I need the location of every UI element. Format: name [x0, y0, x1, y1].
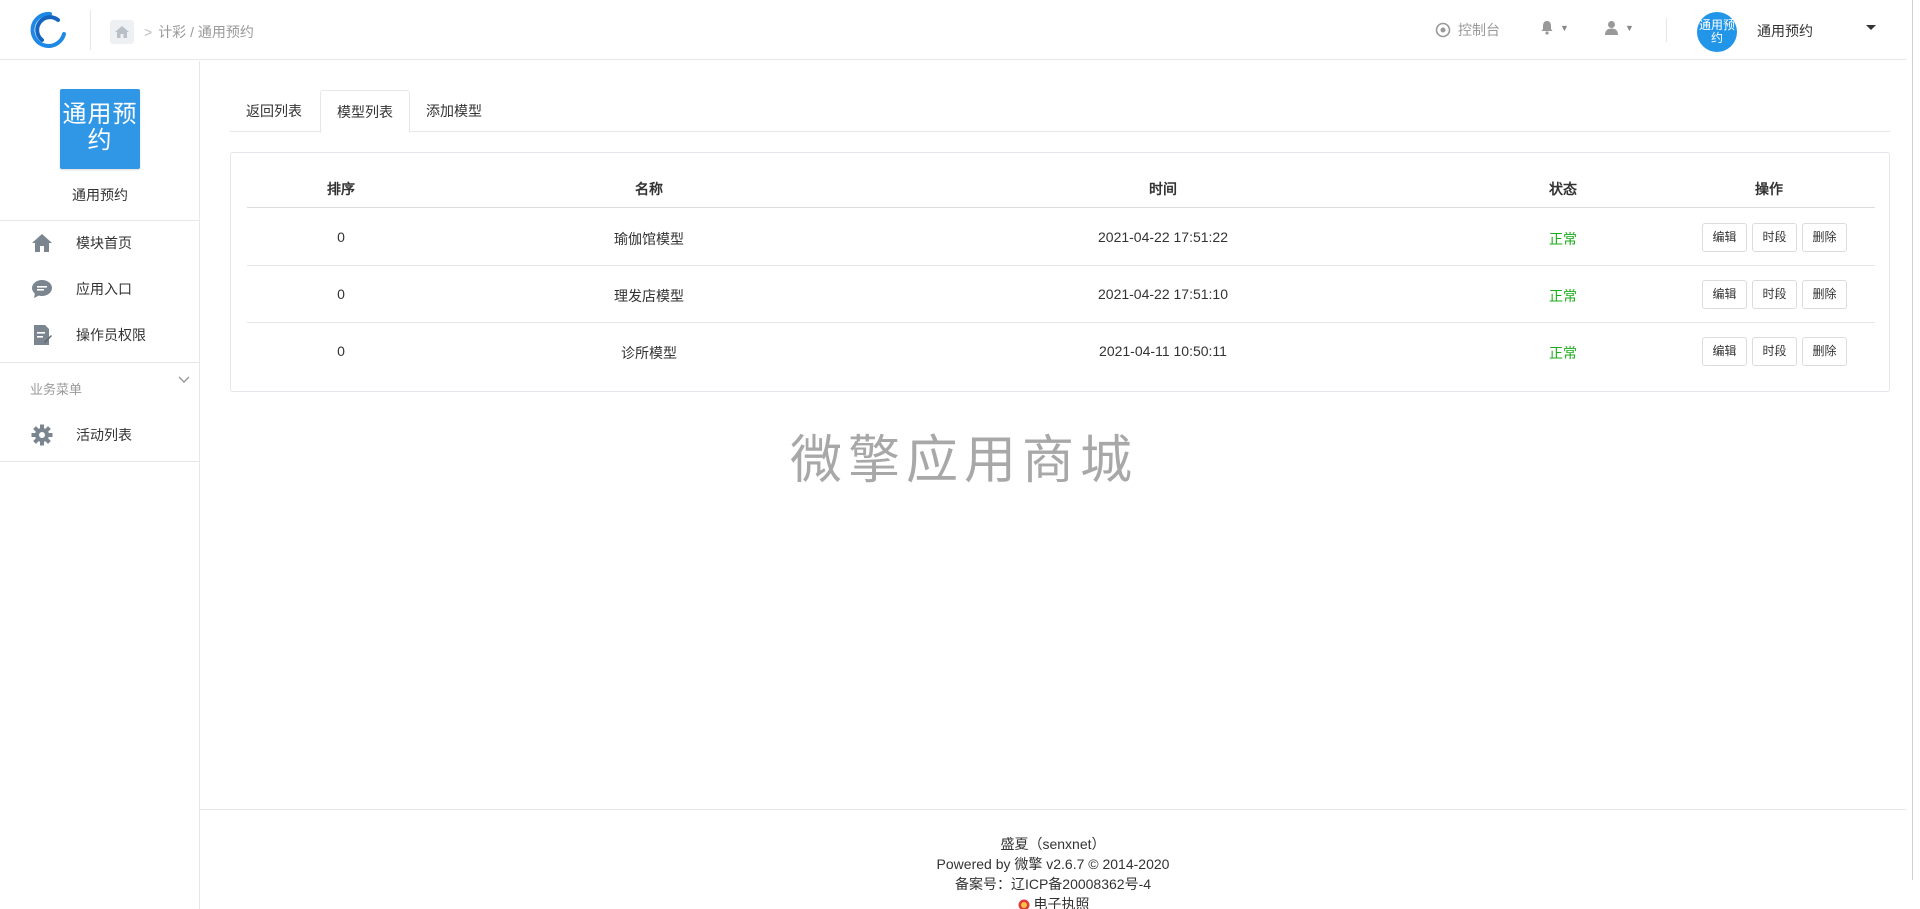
breadcrumb-text[interactable]: 计彩 / 通用预约 — [158, 22, 254, 42]
table-header: 排序 名称 时间 状态 操作 — [247, 165, 1875, 208]
cell-name: 理发店模型 — [614, 288, 684, 304]
edit-button[interactable]: 编辑 — [1702, 280, 1747, 309]
caret-down-icon[interactable] — [1866, 25, 1876, 30]
watermark-text: 微擎应用商城 — [790, 432, 1139, 490]
column-header-time: 时间 — [1149, 181, 1177, 197]
chat-icon — [31, 278, 53, 300]
sidebar-item-operator-permissions[interactable]: 操作员权限 — [0, 315, 200, 355]
footer-divider — [200, 809, 1906, 810]
status-badge: 正常 — [1549, 231, 1577, 247]
tab-bar: 返回列表 模型列表 添加模型 — [230, 90, 1890, 133]
business-menu-group[interactable]: 业务菜单 — [30, 376, 190, 398]
column-header-name: 名称 — [635, 181, 663, 197]
divider — [0, 220, 200, 221]
cell-time: 2021-04-11 10:50:11 — [1099, 343, 1227, 359]
cell-order: 0 — [337, 229, 345, 245]
footer-license[interactable]: 电子执照 — [200, 894, 1906, 909]
sidebar-item-activity-list[interactable]: 活动列表 — [0, 415, 200, 455]
sidebar-item-module-home[interactable]: 模块首页 — [0, 223, 200, 263]
module-logo: 通用预约 — [60, 89, 140, 169]
breadcrumb: > 计彩 / 通用预约 — [110, 20, 254, 44]
cell-order: 0 — [337, 343, 345, 359]
notification-dropdown[interactable]: ▼ — [1540, 20, 1569, 35]
time-slot-button[interactable]: 时段 — [1752, 223, 1797, 252]
edit-button[interactable]: 编辑 — [1702, 337, 1747, 366]
status-badge: 正常 — [1549, 345, 1577, 361]
column-header-actions: 操作 — [1755, 181, 1783, 197]
caret-down-icon: ▼ — [1625, 22, 1634, 33]
delete-button[interactable]: 删除 — [1802, 280, 1847, 309]
delete-button[interactable]: 删除 — [1802, 337, 1847, 366]
sidebar-item-label: 模块首页 — [76, 235, 132, 251]
header-divider — [1666, 18, 1667, 42]
divider — [0, 362, 200, 363]
model-table-panel: 排序 名称 时间 状态 操作 0 瑜伽馆模型 2021-04-22 17:51:… — [230, 152, 1890, 392]
status-badge: 正常 — [1549, 288, 1577, 304]
cell-time: 2021-04-22 17:51:10 — [1098, 286, 1228, 302]
avatar[interactable]: 通用预约 — [1697, 12, 1737, 52]
group-label: 业务菜单 — [30, 382, 83, 397]
sidebar-item-app-entry[interactable]: 应用入口 — [0, 269, 200, 309]
footer-license-label: 电子执照 — [1033, 896, 1090, 909]
table-row: 0 理发店模型 2021-04-22 17:51:10 正常 编辑 时段 删除 — [247, 266, 1875, 323]
table-row: 0 瑜伽馆模型 2021-04-22 17:51:22 正常 编辑 时段 删除 — [247, 209, 1875, 266]
scrollbar[interactable] — [1906, 0, 1920, 909]
footer-icp[interactable]: 备案号：辽ICP备20008362号-4 — [200, 874, 1906, 894]
cell-order: 0 — [337, 286, 345, 302]
home-icon[interactable] — [110, 20, 134, 44]
tab-add-model[interactable]: 添加模型 — [410, 90, 498, 132]
tab-model-list[interactable]: 模型列表 — [320, 90, 410, 133]
sidebar-item-label: 活动列表 — [76, 427, 132, 443]
console-label: 控制台 — [1458, 22, 1500, 38]
footer-powered-by[interactable]: Powered by 微擎 v2.6.7 © 2014-2020 — [200, 854, 1906, 874]
user-menu-dropdown[interactable]: ▼ — [1604, 20, 1634, 35]
bell-icon — [1541, 21, 1553, 35]
column-header-order: 排序 — [327, 181, 355, 197]
cell-name: 瑜伽馆模型 — [614, 231, 684, 247]
table-row: 0 诊所模型 2021-04-11 10:50:11 正常 编辑 时段 删除 — [247, 323, 1875, 380]
edit-button[interactable]: 编辑 — [1702, 223, 1747, 252]
gear-icon — [31, 424, 53, 446]
module-name: 通用预约 — [72, 187, 128, 203]
time-slot-button[interactable]: 时段 — [1752, 337, 1797, 366]
dashboard-icon — [1435, 22, 1451, 38]
cell-name: 诊所模型 — [621, 345, 677, 361]
header-divider — [90, 10, 91, 50]
footer-owner: 盛夏（senxnet） — [1000, 836, 1106, 852]
delete-button[interactable]: 删除 — [1802, 223, 1847, 252]
chevron-right-icon: > — [144, 24, 153, 40]
app-logo-icon[interactable] — [28, 10, 72, 50]
top-header: > 计彩 / 通用预约 控制台 ▼ ▼ 通用预约 通用预约 — [0, 0, 1906, 60]
column-header-status: 状态 — [1549, 181, 1577, 197]
divider — [0, 461, 200, 462]
cell-time: 2021-04-22 17:51:22 — [1098, 229, 1228, 245]
sidebar-item-label: 操作员权限 — [76, 327, 146, 343]
emblem-icon — [1018, 899, 1029, 909]
sidebar: 通用预约 通用预约 模块首页 应用入口 操作员权限 业务菜单 活动列表 — [0, 61, 200, 909]
tab-back-to-list[interactable]: 返回列表 — [230, 90, 318, 132]
user-icon — [1605, 21, 1618, 35]
console-link[interactable]: 控制台 — [1435, 20, 1500, 40]
chevron-down-icon — [178, 376, 190, 383]
time-slot-button[interactable]: 时段 — [1752, 280, 1797, 309]
user-name[interactable]: 通用预约 — [1757, 21, 1813, 41]
sidebar-item-label: 应用入口 — [76, 281, 132, 297]
permission-icon — [31, 324, 53, 346]
caret-down-icon: ▼ — [1560, 22, 1569, 33]
home-icon — [31, 232, 53, 254]
